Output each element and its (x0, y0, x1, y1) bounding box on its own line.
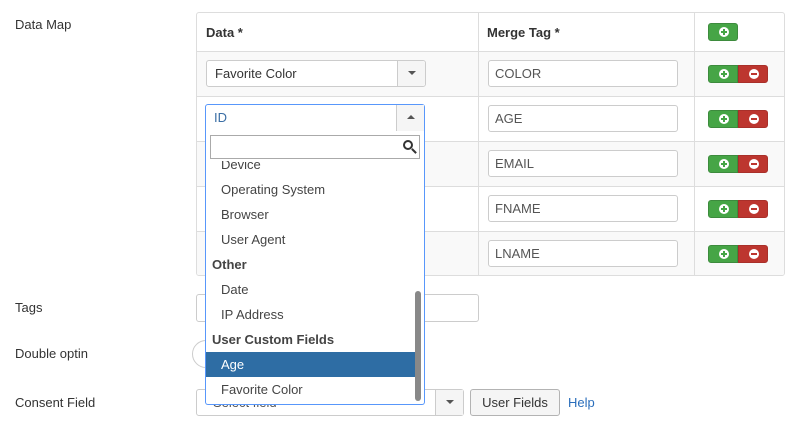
remove-row-button[interactable] (738, 110, 768, 128)
plus-circle-icon (719, 69, 729, 79)
data-select-open[interactable]: ID (205, 104, 425, 132)
remove-row-button[interactable] (738, 245, 768, 263)
plus-circle-icon (719, 159, 729, 169)
dropdown-panel: Device Operating System Browser User Age… (205, 131, 425, 405)
dropdown-group-label: User Custom Fields (212, 332, 335, 347)
add-row-button[interactable] (708, 65, 738, 83)
data-select[interactable]: Favorite Color (206, 60, 426, 87)
plus-circle-icon (719, 204, 729, 214)
table-header-row: Data * Merge Tag * (197, 13, 784, 51)
minus-circle-icon (749, 204, 759, 214)
table-row: Favorite Color COLOR (197, 51, 784, 96)
dropdown-option-highlighted[interactable]: Age (206, 352, 416, 377)
remove-row-button[interactable] (738, 65, 768, 83)
add-row-button[interactable] (708, 155, 738, 173)
merge-tag-column-header: Merge Tag * (487, 25, 560, 40)
caret-down-icon (435, 390, 463, 415)
dropdown-option[interactable]: Favorite Color (206, 377, 416, 402)
dropdown-options-list: Device Operating System Browser User Age… (206, 161, 416, 404)
caret-up-icon (396, 105, 424, 131)
add-row-button[interactable] (708, 23, 738, 41)
dropdown-search-input[interactable] (210, 135, 420, 159)
add-row-button[interactable] (708, 200, 738, 218)
data-column-header: Data * (206, 25, 243, 40)
minus-circle-icon (749, 69, 759, 79)
dropdown-option[interactable]: Date (206, 277, 416, 302)
dropdown-option[interactable]: User Agent (206, 227, 416, 252)
minus-circle-icon (749, 249, 759, 259)
merge-tag-input[interactable]: AGE (488, 105, 678, 132)
plus-circle-icon (719, 249, 729, 259)
merge-tag-input[interactable]: LNAME (488, 240, 678, 267)
caret-down-icon (397, 61, 425, 86)
remove-row-button[interactable] (738, 155, 768, 173)
minus-circle-icon (749, 159, 759, 169)
add-row-button[interactable] (708, 245, 738, 263)
add-row-button[interactable] (708, 110, 738, 128)
merge-tag-input[interactable]: EMAIL (488, 150, 678, 177)
help-link[interactable]: Help (568, 395, 595, 410)
dropdown-option[interactable]: Browser (206, 202, 416, 227)
plus-circle-icon (719, 27, 729, 37)
merge-tag-input[interactable]: FNAME (488, 195, 678, 222)
data-map-label: Data Map (15, 17, 72, 32)
double-optin-label: Double optin (15, 346, 88, 361)
tags-label: Tags (15, 300, 43, 315)
minus-circle-icon (749, 114, 759, 124)
merge-tag-input[interactable]: COLOR (488, 60, 678, 87)
consent-field-label: Consent Field (15, 395, 96, 410)
plus-circle-icon (719, 114, 729, 124)
dropdown-scrollbar[interactable] (415, 291, 421, 401)
dropdown-option[interactable]: IP Address (206, 302, 416, 327)
dropdown-option[interactable]: Device (206, 161, 416, 177)
remove-row-button[interactable] (738, 200, 768, 218)
dropdown-option[interactable]: Operating System (206, 177, 416, 202)
user-fields-button[interactable]: User Fields (470, 389, 560, 416)
dropdown-group-label: Other (212, 257, 247, 272)
